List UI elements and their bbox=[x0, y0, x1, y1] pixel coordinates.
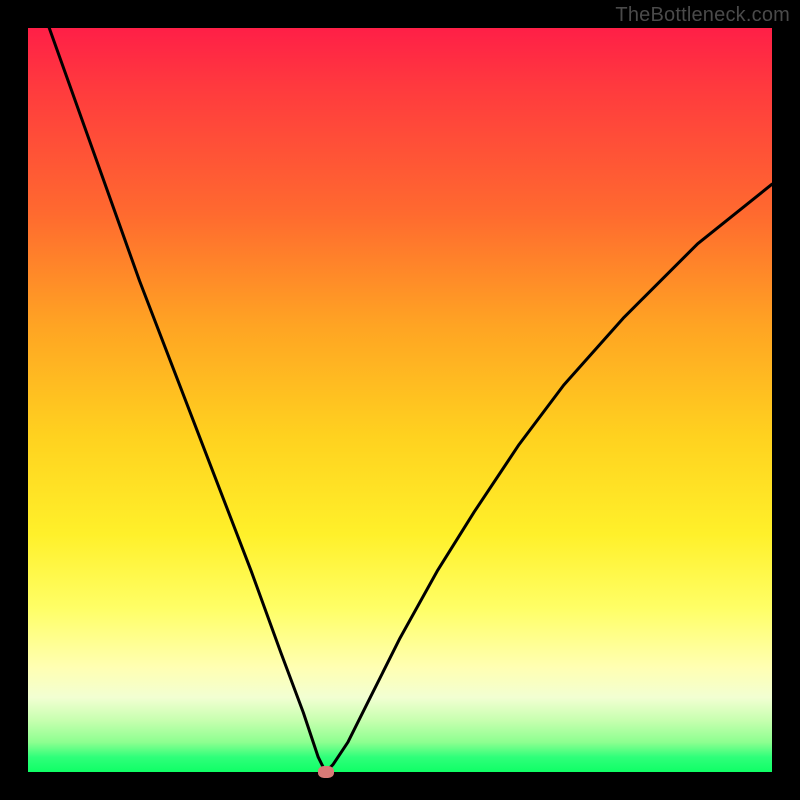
bottleneck-curve bbox=[28, 28, 772, 772]
watermark-text: TheBottleneck.com bbox=[615, 4, 790, 27]
chart-frame: TheBottleneck.com bbox=[0, 0, 800, 800]
plot-area bbox=[28, 28, 772, 772]
optimum-marker bbox=[318, 766, 334, 778]
